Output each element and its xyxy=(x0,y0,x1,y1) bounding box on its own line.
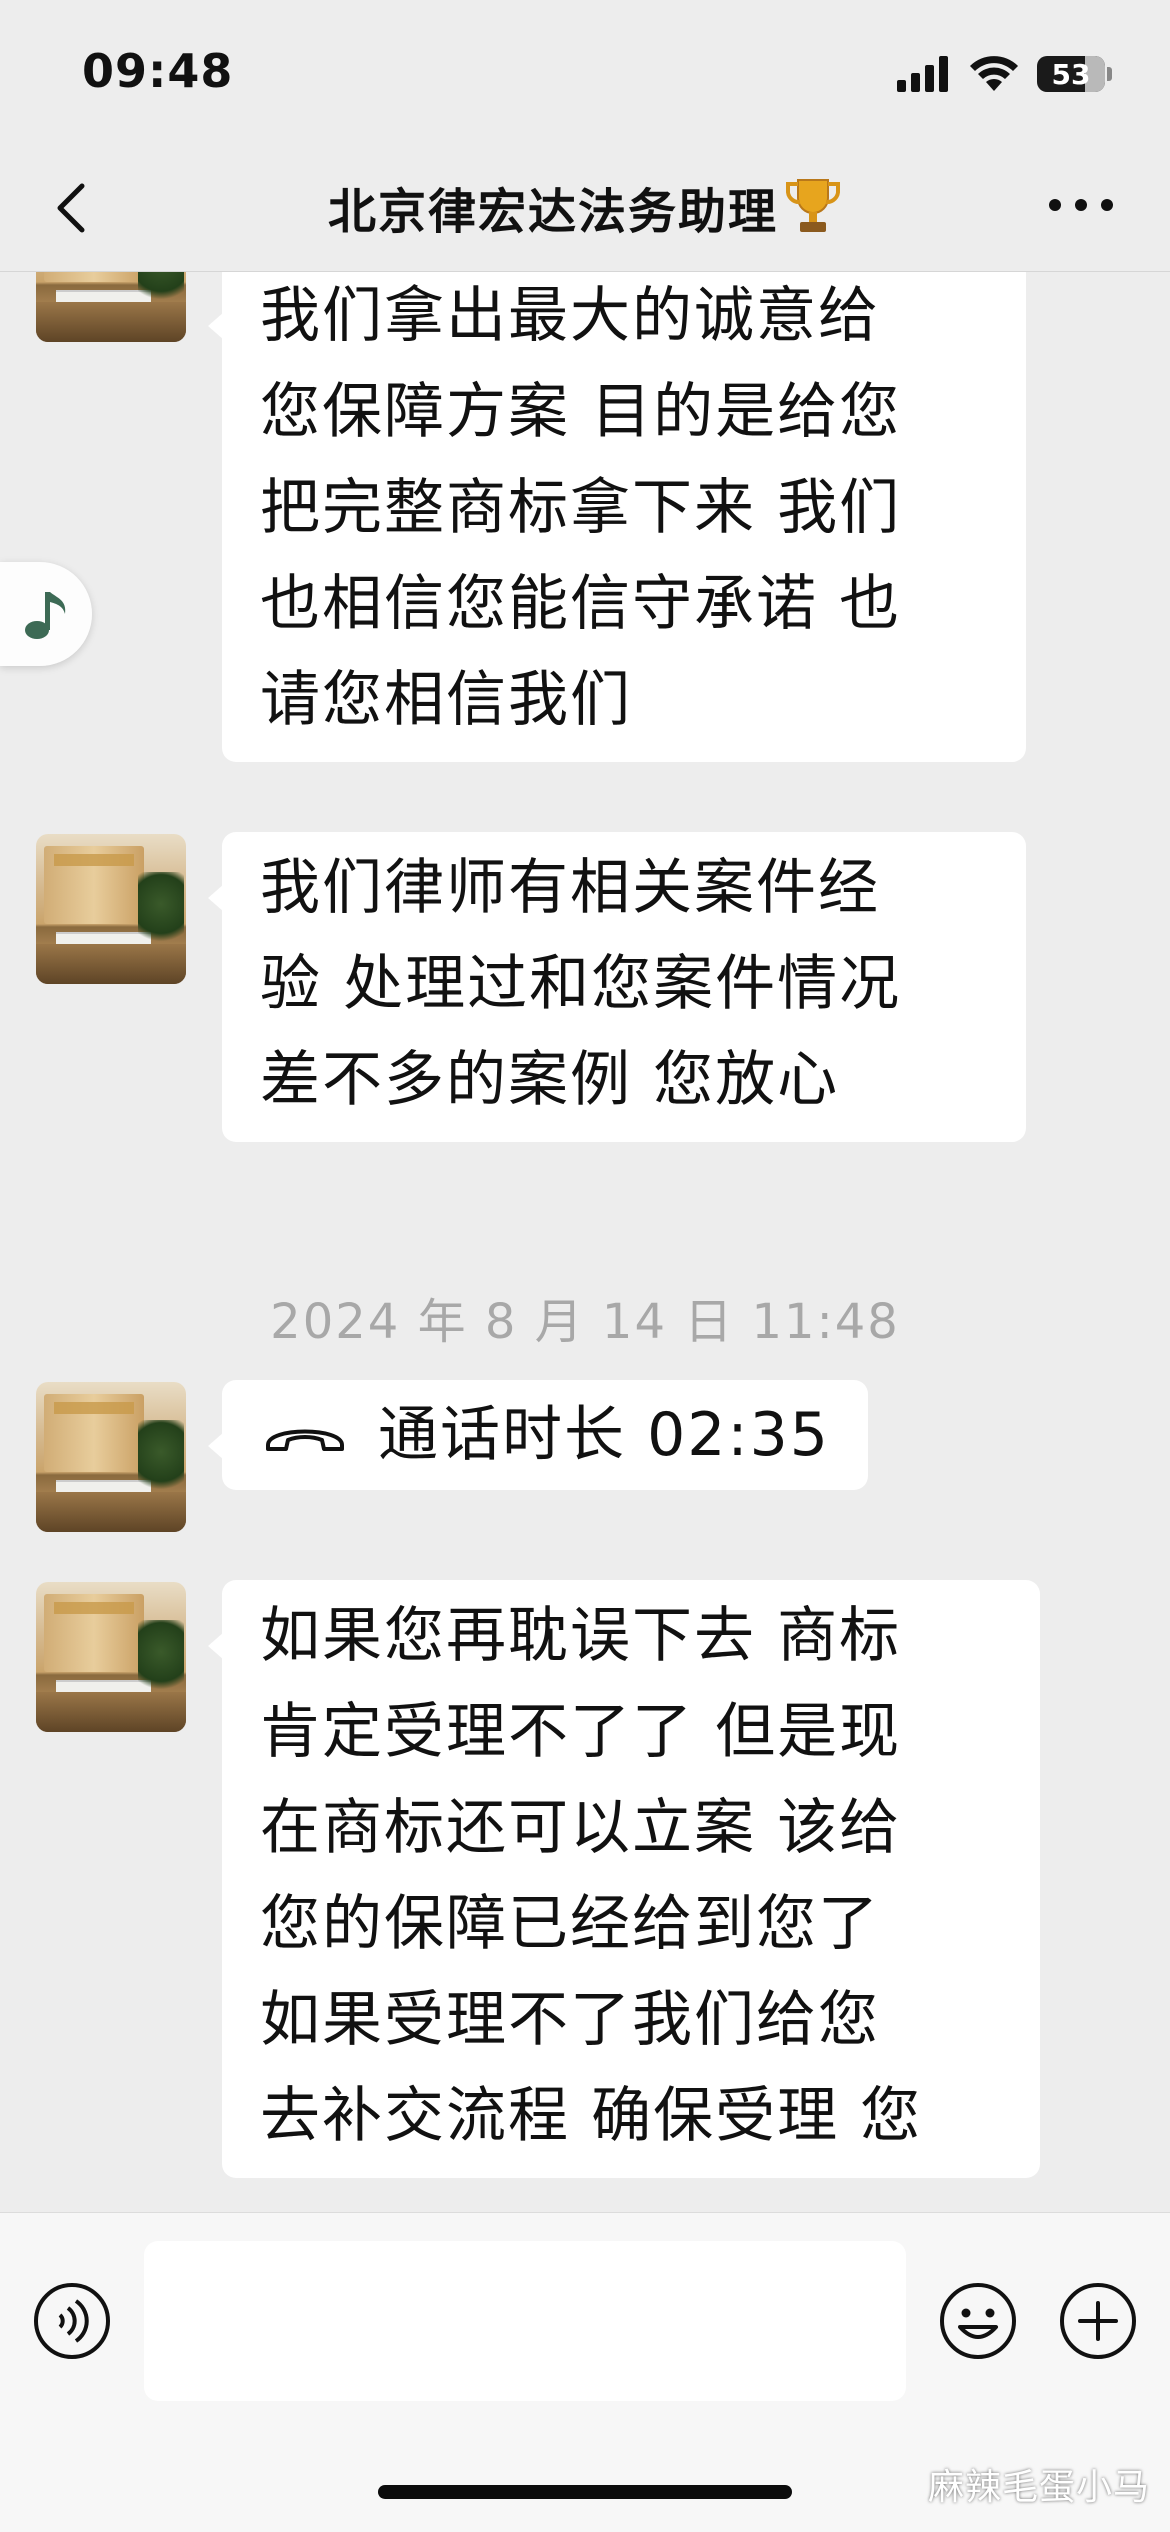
message-line: 在商标还可以立案 该给 xyxy=(260,1793,902,1863)
chat-area[interactable]: 我们拿出最大的诚意给 您保障方案 目的是给您 把完整商标拿下来 我们 也相信您能… xyxy=(0,272,1170,2212)
avatar[interactable] xyxy=(36,1582,186,1732)
message-line: 验 处理过和您案件情况 xyxy=(260,949,902,1019)
message-line: 如果您再耽误下去 商标 xyxy=(260,1601,902,1671)
status-bar: 09:48 53 xyxy=(0,0,1170,150)
message-line: 把完整商标拿下来 我们 xyxy=(260,473,902,543)
home-indicator[interactable] xyxy=(378,2485,792,2499)
status-time: 09:48 xyxy=(82,44,234,98)
smiley-icon[interactable] xyxy=(938,2281,1018,2361)
nav-bar: 北京律宏达法务助理 xyxy=(0,150,1170,272)
message-line: 也相信您能信守承诺 也 xyxy=(260,569,902,639)
plus-icon[interactable] xyxy=(1058,2281,1138,2361)
trophy-icon xyxy=(785,179,841,232)
avatar[interactable] xyxy=(36,834,186,984)
message-bubble[interactable]: 我们律师有相关案件经 验 处理过和您案件情况 差不多的案例 您放心 xyxy=(208,832,1026,1142)
phone-hangup-icon xyxy=(266,1429,344,1451)
wifi-icon xyxy=(970,56,1018,91)
message-line: 去补交流程 确保受理 您 xyxy=(260,2081,923,2151)
music-note-icon xyxy=(25,592,66,639)
message-bubble[interactable]: 我们拿出最大的诚意给 您保障方案 目的是给您 把完整商标拿下来 我们 也相信您能… xyxy=(208,272,1026,762)
message-input[interactable] xyxy=(144,2241,906,2401)
message-line: 您的保障已经给到您了 xyxy=(260,1889,880,1959)
battery-indicator: 53 xyxy=(1037,56,1112,92)
message-line: 肯定受理不了了 但是现 xyxy=(260,1697,902,1767)
message-line: 如果受理不了我们给您 xyxy=(260,1985,880,2055)
avatar[interactable] xyxy=(36,272,186,342)
message-line: 您保障方案 目的是给您 xyxy=(260,377,902,447)
call-record-bubble[interactable]: 通话时长 02:35 xyxy=(208,1380,868,1490)
message-line: 我们拿出最大的诚意给 xyxy=(260,281,880,351)
watermark: 麻辣毛蛋小马 xyxy=(927,2467,1150,2508)
status-icons: 53 xyxy=(897,52,1112,96)
avatar[interactable] xyxy=(36,1382,186,1532)
message-line: 请您相信我们 xyxy=(260,665,632,735)
more-dots-icon[interactable] xyxy=(1046,194,1116,216)
message-timestamp: 2024 年 8 月 14 日 11:48 xyxy=(270,1294,900,1350)
chat-title-text: 北京律宏达法务助理 xyxy=(327,184,778,240)
message-line: 我们律师有相关案件经 xyxy=(260,853,880,923)
call-duration: 通话时长 02:35 xyxy=(378,1400,830,1470)
message-line: 差不多的案例 您放心 xyxy=(260,1045,840,1115)
message-bubble[interactable]: 如果您再耽误下去 商标 肯定受理不了了 但是现 在商标还可以立案 该给 您的保障… xyxy=(208,1580,1040,2178)
voice-icon[interactable] xyxy=(32,2281,112,2361)
battery-level: 53 xyxy=(1051,57,1091,91)
chat-title: 北京律宏达法务助理 xyxy=(0,172,1170,242)
signal-icon xyxy=(897,56,948,92)
